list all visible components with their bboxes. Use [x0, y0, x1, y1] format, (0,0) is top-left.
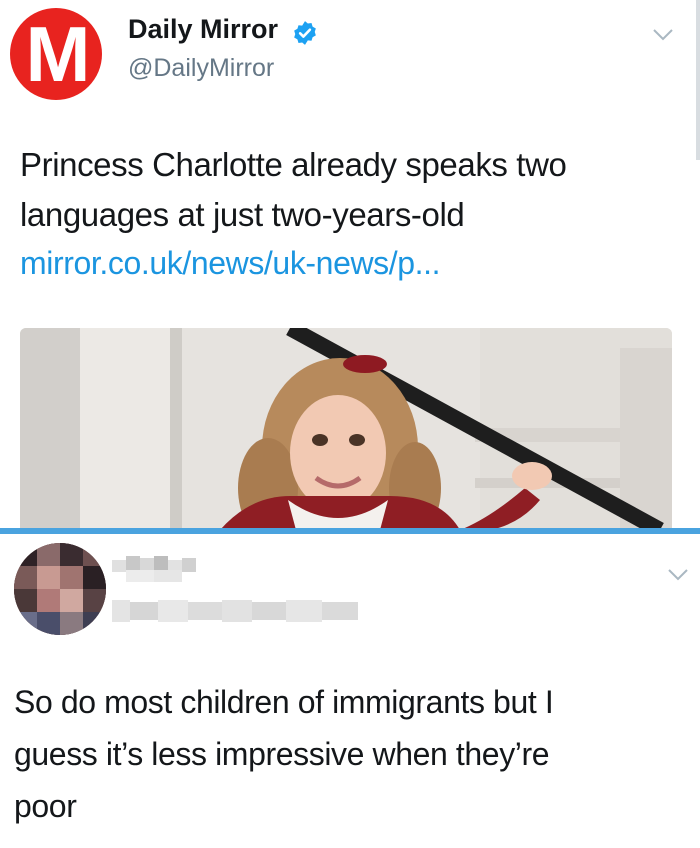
- tweet-text-line: languages at just two-years-old: [20, 196, 465, 233]
- author-handle[interactable]: @DailyMirror: [128, 54, 274, 83]
- daily-mirror-avatar[interactable]: M: [10, 8, 102, 100]
- reply-text: So do most children of immigrants but I …: [14, 676, 694, 832]
- pixelated-avatar-graphic: [14, 543, 106, 635]
- chevron-down-icon[interactable]: [652, 28, 674, 42]
- article-image-graphic: [20, 328, 672, 530]
- logo-letter: M: [25, 10, 91, 98]
- reply-text-line: guess it’s less impressive when they’re: [14, 736, 550, 772]
- article-link[interactable]: mirror.co.uk/news/uk-news/p...: [20, 245, 441, 282]
- verified-badge-icon: [294, 21, 316, 45]
- user-avatar[interactable]: [14, 543, 106, 635]
- blurred-author-handle[interactable]: [112, 596, 358, 626]
- blurred-author-name[interactable]: [112, 556, 196, 586]
- article-image[interactable]: [20, 328, 672, 530]
- tweet-daily-mirror[interactable]: M Daily Mirror @DailyMirror Princess Cha…: [0, 0, 700, 531]
- chevron-down-icon[interactable]: [667, 568, 689, 582]
- author-name[interactable]: Daily Mirror: [128, 14, 278, 45]
- reply-text-line: poor: [14, 788, 77, 824]
- tweet-text-line: Princess Charlotte already speaks two: [20, 146, 567, 183]
- tweet-text: Princess Charlotte already speaks two la…: [20, 140, 680, 240]
- reply-text-line: So do most children of immigrants but I: [14, 684, 554, 720]
- tweet-divider: [0, 528, 700, 534]
- scrollbar[interactable]: [696, 0, 700, 160]
